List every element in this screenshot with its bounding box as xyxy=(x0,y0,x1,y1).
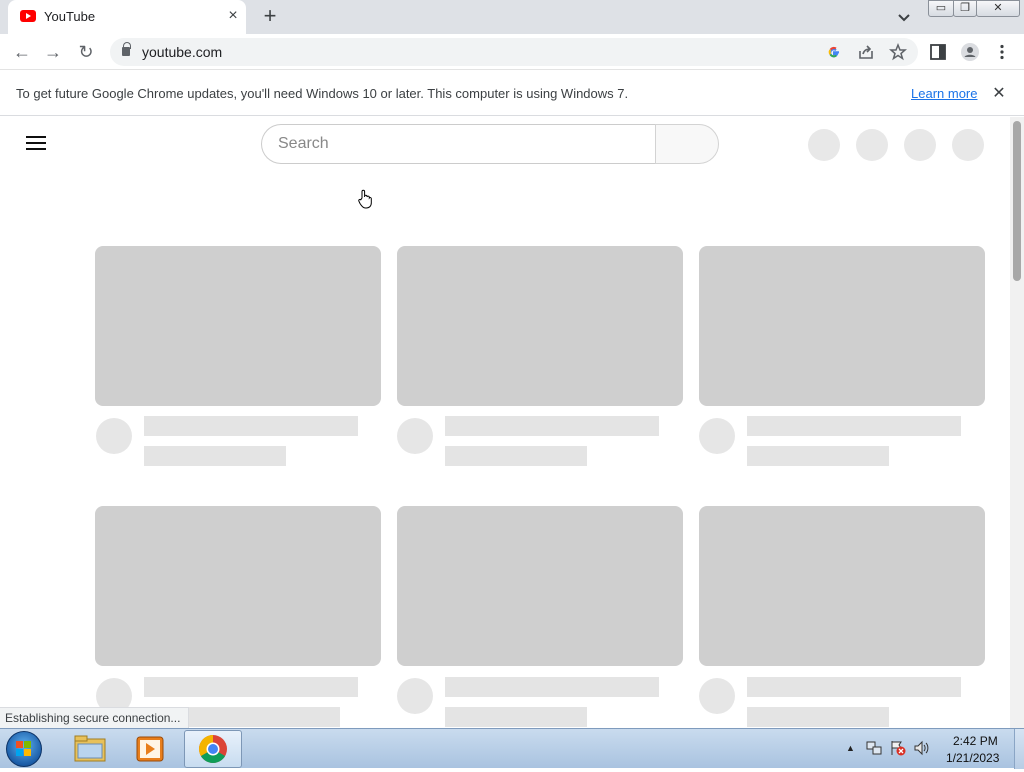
search-input[interactable]: Search xyxy=(261,124,657,164)
tab-strip: YouTube × + ▭ ❐ ✕ xyxy=(0,0,1024,34)
header-placeholder-circle xyxy=(808,129,840,161)
search-placeholder: Search xyxy=(278,135,329,152)
header-placeholder-circle xyxy=(856,129,888,161)
video-thumbnail-placeholder[interactable] xyxy=(397,246,683,406)
meta-placeholder xyxy=(445,707,587,727)
video-thumbnail-placeholder[interactable] xyxy=(699,506,985,666)
title-placeholder xyxy=(747,416,961,436)
maximize-button[interactable]: ❐ xyxy=(953,0,977,17)
share-icon[interactable] xyxy=(856,42,876,62)
reload-button[interactable]: ↻ xyxy=(74,40,98,64)
title-placeholder xyxy=(747,677,961,697)
meta-placeholder xyxy=(144,446,286,466)
start-button[interactable] xyxy=(6,731,42,767)
google-icon[interactable] xyxy=(824,42,844,62)
tab-close-button[interactable]: × xyxy=(224,7,242,25)
search-button[interactable] xyxy=(655,124,719,164)
page-scrollbar[interactable] xyxy=(1010,117,1024,728)
chrome-icon xyxy=(199,735,227,763)
windows-logo-icon xyxy=(16,741,31,756)
learn-more-link[interactable]: Learn more xyxy=(911,86,977,101)
channel-avatar-placeholder xyxy=(96,418,132,454)
title-placeholder xyxy=(144,677,358,697)
channel-avatar-placeholder xyxy=(397,678,433,714)
profile-icon[interactable] xyxy=(960,42,980,62)
forward-button[interactable]: → xyxy=(41,40,65,64)
tab-title: YouTube xyxy=(44,9,96,24)
clock-time[interactable]: 2:42 PM xyxy=(953,734,998,748)
video-thumbnail-placeholder[interactable] xyxy=(95,246,381,406)
lock-icon[interactable] xyxy=(122,42,131,56)
address-bar[interactable]: youtube.com xyxy=(110,38,918,66)
infobar-message: To get future Google Chrome updates, you… xyxy=(16,86,629,101)
youtube-icon xyxy=(20,10,36,22)
tray-expand-icon[interactable]: ▲ xyxy=(846,743,855,753)
minimize-button[interactable]: ▭ xyxy=(928,0,954,17)
video-thumbnail-placeholder[interactable] xyxy=(95,506,381,666)
title-placeholder xyxy=(144,416,358,436)
explorer-icon[interactable] xyxy=(62,731,118,767)
new-tab-button[interactable]: + xyxy=(258,5,282,29)
video-thumbnail-placeholder[interactable] xyxy=(397,506,683,666)
back-button[interactable]: ← xyxy=(10,40,34,64)
status-bubble: Establishing secure connection... xyxy=(0,707,190,728)
media-player-icon[interactable] xyxy=(122,731,178,767)
channel-avatar-placeholder xyxy=(699,678,735,714)
header-placeholder-circle xyxy=(952,129,984,161)
close-window-button[interactable]: ✕ xyxy=(976,0,1020,17)
channel-avatar-placeholder xyxy=(397,418,433,454)
show-desktop-button[interactable] xyxy=(1014,729,1024,769)
meta-placeholder xyxy=(747,446,889,466)
youtube-page: Search xyxy=(0,117,1010,728)
side-panel-icon[interactable] xyxy=(928,42,948,62)
star-icon[interactable] xyxy=(888,42,908,62)
title-placeholder xyxy=(445,416,659,436)
hand-cursor-icon xyxy=(358,189,372,209)
infobar-close-button[interactable]: ✕ xyxy=(990,83,1008,103)
clock-date[interactable]: 1/21/2023 xyxy=(946,751,999,765)
network-icon[interactable] xyxy=(865,739,883,757)
url-text[interactable]: youtube.com xyxy=(142,44,222,60)
scrollbar-thumb[interactable] xyxy=(1013,121,1021,281)
video-thumbnail-placeholder[interactable] xyxy=(699,246,985,406)
header-placeholder-circle xyxy=(904,129,936,161)
title-placeholder xyxy=(445,677,659,697)
meta-placeholder xyxy=(445,446,587,466)
update-infobar: To get future Google Chrome updates, you… xyxy=(0,71,1024,116)
hamburger-menu-icon[interactable] xyxy=(26,136,46,150)
flag-icon[interactable] xyxy=(889,739,907,757)
menu-dots-icon[interactable] xyxy=(992,42,1012,62)
channel-avatar-placeholder xyxy=(699,418,735,454)
volume-icon[interactable] xyxy=(913,739,931,757)
chrome-taskbar-button[interactable] xyxy=(184,730,242,768)
windows-taskbar: ▲ 2:42 PM 1/21/2023 xyxy=(0,728,1024,769)
tab-youtube[interactable]: YouTube × xyxy=(8,0,246,34)
tab-search-icon[interactable] xyxy=(894,8,914,28)
browser-toolbar: ← → ↻ youtube.com xyxy=(0,34,1024,70)
meta-placeholder xyxy=(747,707,889,727)
